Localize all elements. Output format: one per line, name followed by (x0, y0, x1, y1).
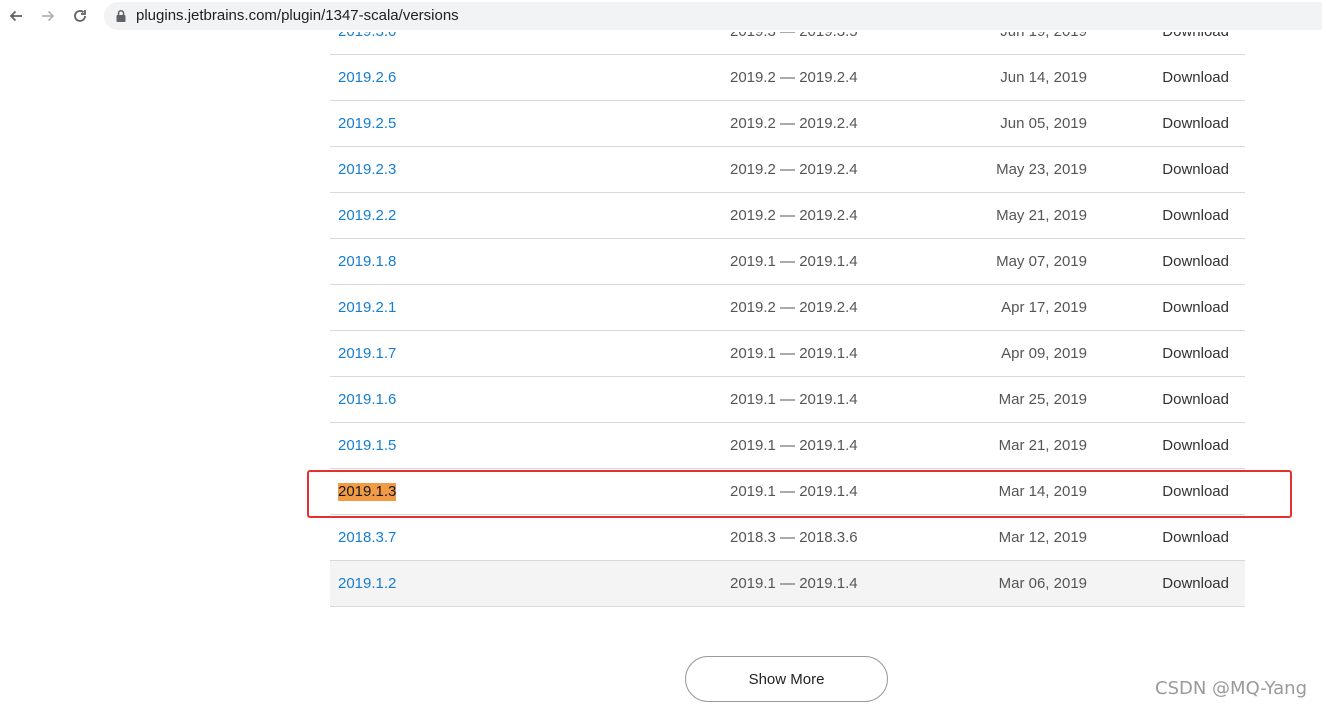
download-link[interactable]: Download (1162, 529, 1229, 547)
release-date: Apr 09, 2019 (1001, 345, 1087, 362)
version-link[interactable]: 2019.2.5 (338, 115, 396, 133)
reload-button[interactable] (68, 4, 92, 28)
table-row: 2019.1.8 2019.1 — 2019.1.4 May 07, 2019 … (330, 239, 1245, 285)
version-link[interactable]: 2019.1.8 (338, 253, 396, 271)
compatibility-range: 2019.1 — 2019.1.4 (730, 437, 858, 454)
version-link[interactable]: 2019.1.7 (338, 345, 396, 363)
back-button[interactable] (4, 4, 28, 28)
version-link[interactable]: 2019.2.2 (338, 207, 396, 225)
browser-toolbar: plugins.jetbrains.com/plugin/1347-scala/… (0, 0, 1322, 32)
forward-button[interactable] (36, 4, 60, 28)
release-date: Mar 14, 2019 (998, 483, 1087, 500)
show-more-button[interactable]: Show More (685, 656, 888, 702)
compatibility-range: 2019.2 — 2019.2.4 (730, 161, 858, 178)
download-link[interactable]: Download (1162, 483, 1229, 501)
download-link[interactable]: Download (1162, 115, 1229, 133)
version-link[interactable]: 2018.3.7 (338, 529, 396, 547)
compatibility-range: 2019.2 — 2019.2.4 (730, 299, 858, 316)
download-link[interactable]: Download (1162, 69, 1229, 87)
compatibility-range: 2019.2 — 2019.2.4 (730, 207, 858, 224)
url-text: plugins.jetbrains.com/plugin/1347-scala/… (136, 7, 459, 24)
table-row: 2019.2.1 2019.2 — 2019.2.4 Apr 17, 2019 … (330, 285, 1245, 331)
compatibility-range: 2019.1 — 2019.1.4 (730, 575, 858, 592)
lock-icon (116, 9, 126, 22)
release-date: Mar 21, 2019 (998, 437, 1087, 454)
download-link[interactable]: Download (1162, 253, 1229, 271)
download-link[interactable]: Download (1162, 391, 1229, 409)
download-link[interactable]: Download (1162, 299, 1229, 317)
version-link[interactable]: 2019.2.6 (338, 69, 396, 87)
release-date: May 21, 2019 (996, 207, 1087, 224)
versions-table: 2019.3.0 2019.3 — 2019.3.5 Jun 19, 2019 … (330, 9, 1245, 607)
download-link[interactable]: Download (1162, 345, 1229, 363)
table-row: 2019.1.5 2019.1 — 2019.1.4 Mar 21, 2019 … (330, 423, 1245, 469)
download-link[interactable]: Download (1162, 437, 1229, 455)
arrow-right-icon (42, 10, 55, 22)
compatibility-range: 2019.1 — 2019.1.4 (730, 483, 858, 500)
version-link-highlighted[interactable]: 2019.1.3 (338, 483, 397, 501)
table-row: 2019.2.6 2019.2 — 2019.2.4 Jun 14, 2019 … (330, 55, 1245, 101)
version-link[interactable]: 2019.2.3 (338, 161, 396, 179)
compatibility-range: 2019.1 — 2019.1.4 (730, 345, 858, 362)
table-row: 2019.2.5 2019.2 — 2019.2.4 Jun 05, 2019 … (330, 101, 1245, 147)
release-date: May 23, 2019 (996, 161, 1087, 178)
compatibility-range: 2019.2 — 2019.2.4 (730, 115, 858, 132)
release-date: Jun 05, 2019 (1000, 115, 1087, 132)
release-date: Mar 06, 2019 (998, 575, 1087, 592)
compatibility-range: 2019.1 — 2019.1.4 (730, 253, 858, 270)
release-date: Mar 25, 2019 (998, 391, 1087, 408)
table-row-highlighted: 2019.1.3 2019.1 — 2019.1.4 Mar 14, 2019 … (330, 469, 1245, 515)
address-bar[interactable]: plugins.jetbrains.com/plugin/1347-scala/… (104, 2, 1322, 30)
download-link[interactable]: Download (1162, 161, 1229, 179)
version-link[interactable]: 2019.2.1 (338, 299, 396, 317)
release-date: May 07, 2019 (996, 253, 1087, 270)
table-row: 2019.2.2 2019.2 — 2019.2.4 May 21, 2019 … (330, 193, 1245, 239)
watermark: CSDN @MQ-Yang (1155, 678, 1307, 699)
arrow-left-icon (9, 10, 22, 22)
compatibility-range: 2019.2 — 2019.2.4 (730, 69, 858, 86)
compatibility-range: 2018.3 — 2018.3.6 (730, 529, 858, 546)
release-date: Jun 14, 2019 (1000, 69, 1087, 86)
version-link[interactable]: 2019.1.6 (338, 391, 396, 409)
table-row: 2019.1.2 2019.1 — 2019.1.4 Mar 06, 2019 … (330, 561, 1245, 607)
release-date: Apr 17, 2019 (1001, 299, 1087, 316)
release-date: Mar 12, 2019 (998, 529, 1087, 546)
table-row: 2019.2.3 2019.2 — 2019.2.4 May 23, 2019 … (330, 147, 1245, 193)
download-link[interactable]: Download (1162, 575, 1229, 593)
reload-icon (74, 10, 86, 22)
table-row: 2019.1.7 2019.1 — 2019.1.4 Apr 09, 2019 … (330, 331, 1245, 377)
version-link[interactable]: 2019.1.5 (338, 437, 396, 455)
download-link[interactable]: Download (1162, 207, 1229, 225)
version-link[interactable]: 2019.1.2 (338, 575, 396, 593)
table-row: 2019.1.6 2019.1 — 2019.1.4 Mar 25, 2019 … (330, 377, 1245, 423)
table-row: 2018.3.7 2018.3 — 2018.3.6 Mar 12, 2019 … (330, 515, 1245, 561)
compatibility-range: 2019.1 — 2019.1.4 (730, 391, 858, 408)
